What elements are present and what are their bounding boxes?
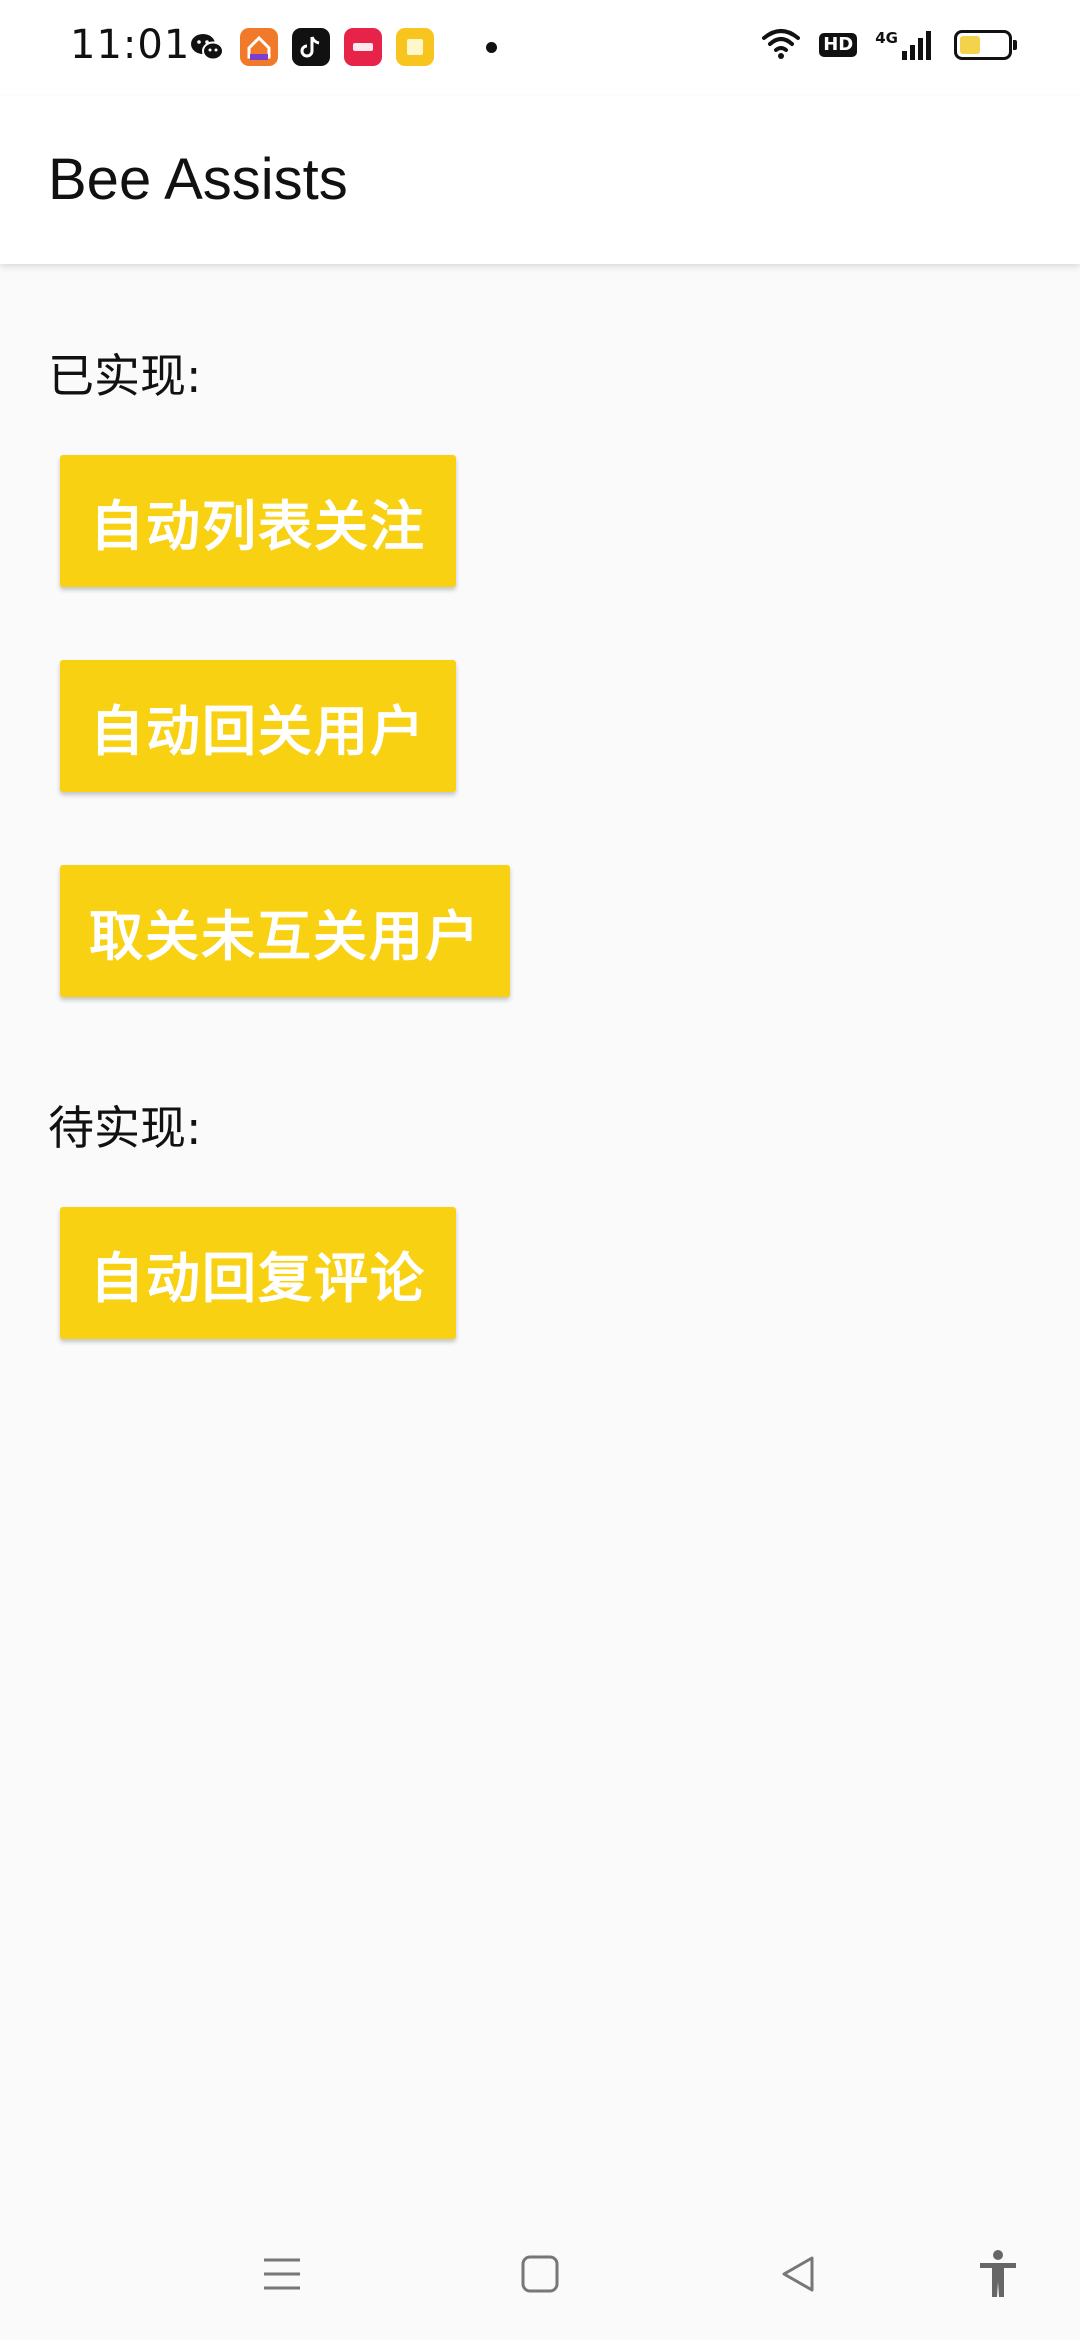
more-notifications-dot — [486, 41, 497, 53]
app-yellow-icon — [396, 28, 434, 66]
unfollow-non-mutual-button[interactable]: 取关未互关用户 — [60, 865, 510, 997]
status-bar: 11:01 HD 4G — [0, 0, 1080, 96]
navigation-bar — [0, 2206, 1080, 2340]
auto-list-follow-button[interactable]: 自动列表关注 — [60, 455, 456, 587]
implemented-label: 已实现: — [48, 349, 202, 403]
back-icon[interactable] — [766, 2242, 830, 2306]
status-right: HD 4G — [761, 26, 1017, 64]
app-bar: Bee Assists — [0, 96, 1080, 264]
notification-icons — [188, 28, 497, 66]
xiaohongshu-icon — [344, 28, 382, 66]
wechat-icon — [188, 28, 226, 66]
wifi-icon — [761, 26, 801, 64]
tiktok-icon — [292, 28, 330, 66]
auto-follow-back-button[interactable]: 自动回关用户 — [60, 660, 456, 792]
screen: 11:01 HD 4G Bee Assists 已实现: 自动列表关注 自动回关… — [0, 0, 1080, 2340]
cell-signal-icon: 4G — [875, 29, 936, 61]
accessibility-icon[interactable] — [966, 2242, 1030, 2306]
app-title: Bee Assists — [48, 147, 348, 212]
pending-label: 待实现: — [48, 1101, 202, 1155]
battery-icon — [954, 30, 1017, 60]
menu-icon[interactable] — [250, 2242, 314, 2306]
battery-level — [960, 36, 980, 54]
hd-badge: HD — [819, 33, 858, 57]
auto-reply-comments-button[interactable]: 自动回复评论 — [60, 1207, 456, 1339]
app-orange-icon — [240, 28, 278, 66]
home-icon[interactable] — [508, 2242, 572, 2306]
network-type: 4G — [875, 29, 898, 47]
status-time: 11:01 — [70, 22, 191, 68]
